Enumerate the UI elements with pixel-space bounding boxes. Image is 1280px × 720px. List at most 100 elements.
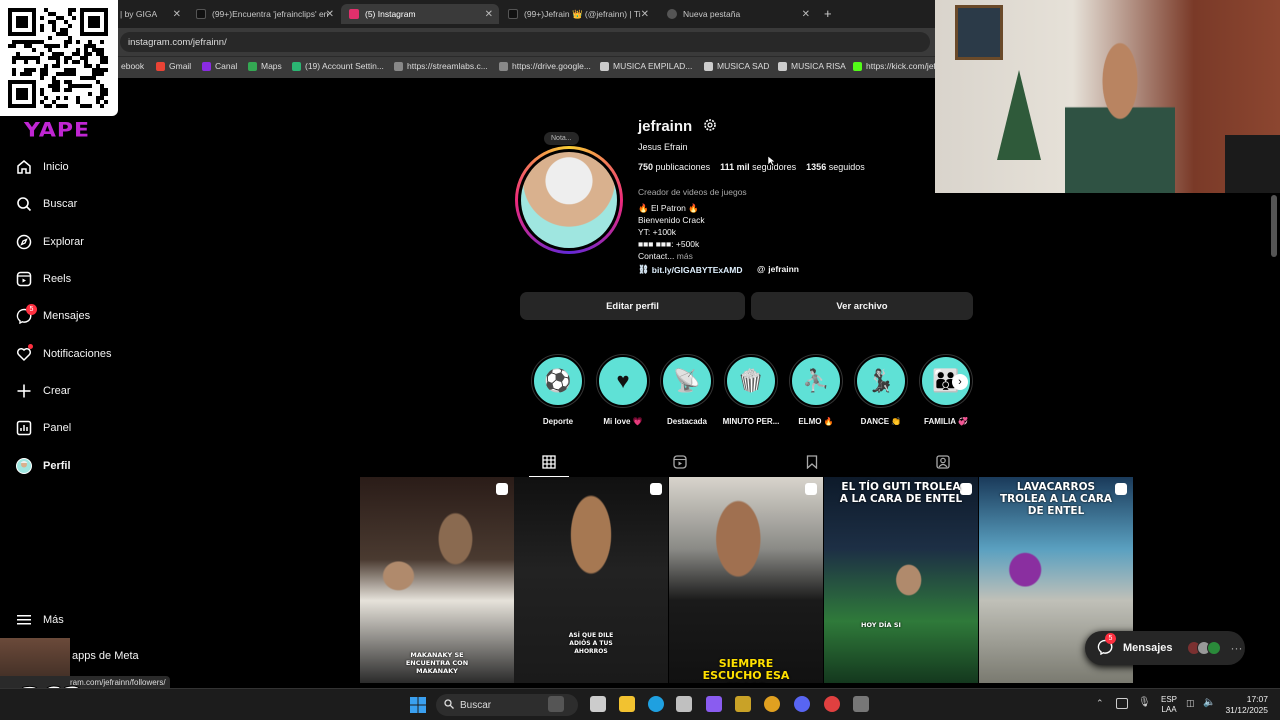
language-indicator[interactable]: ESP LAA [1161, 695, 1177, 715]
scrollbar-thumb[interactable] [1271, 195, 1277, 257]
profile-avatar[interactable] [515, 146, 623, 254]
post-thumbnail[interactable]: MAKANAKY SE ENCUENTRA CON MAKANAKY [360, 477, 514, 683]
windows-start-icon[interactable] [410, 697, 426, 716]
tab-label: (99+)Jefrain 👑 (@jefrainn) | Ti [524, 8, 641, 19]
post-thumbnail[interactable]: SIEMPRE ESCUCHO ESA FRASE [669, 477, 823, 683]
messages-pill-label: Mensajes [1123, 642, 1173, 654]
bio-more-link[interactable]: más [677, 251, 693, 261]
sidebar-item-explorar[interactable]: Explorar [16, 234, 84, 250]
sidebar-item-buscar[interactable]: Buscar [16, 196, 77, 212]
bookmark-item[interactable]: https://kick.com/jef [853, 61, 936, 71]
bookmark-item[interactable]: Gmail [156, 61, 191, 71]
followers-stat[interactable]: 111 mil seguidores [720, 162, 796, 172]
sidebar-item-inicio[interactable]: Inicio [16, 159, 69, 175]
edge-icon[interactable] [648, 696, 664, 712]
close-icon[interactable]: ✕ [641, 9, 649, 20]
bookmark-label: MUSICA EMPILAD... [613, 61, 693, 71]
bio-contact: Contact... [638, 251, 675, 261]
reels-icon [16, 271, 32, 287]
messenger-icon: 5 [1097, 632, 1116, 658]
story-highlight[interactable]: 💃 DANCE 👏 [854, 354, 908, 426]
sidebar-item-panel[interactable]: Panel [16, 420, 71, 436]
sidebar-item-perfil[interactable]: Perfil [16, 458, 71, 474]
story-highlight[interactable]: ♥ Mi love 💗 [596, 354, 650, 426]
post-thumbnail[interactable]: EL TÍO GUTI TROLEA A LA CARA DE ENTEL HOY… [824, 477, 978, 683]
threads-link[interactable]: @ jefrainn [757, 264, 799, 274]
copilot-app-icon[interactable] [548, 696, 564, 712]
recent-chat-avatars [1186, 641, 1221, 655]
capture-app-icon[interactable] [676, 696, 692, 712]
clock[interactable]: 17:07 31/12/2025 [1224, 694, 1268, 716]
more-label: Más [43, 614, 64, 626]
yape-logo: YAPE [24, 119, 91, 142]
profile-link[interactable]: ⛓ bit.ly/GIGABYTExAMD [638, 264, 742, 275]
profile-link-label: bit.ly/GIGABYTExAMD [651, 264, 743, 275]
sidebar-item-reels[interactable]: Reels [16, 271, 71, 287]
obs-icon[interactable] [853, 696, 869, 712]
hamburger-icon [16, 612, 32, 628]
profile-username: jefrainn [638, 118, 693, 135]
volume-icon[interactable]: 🔈 [1203, 697, 1215, 708]
profile-tab-reels[interactable] [673, 455, 687, 472]
close-icon[interactable]: ✕ [485, 9, 493, 20]
sidebar-item-crear[interactable]: Crear [16, 383, 71, 399]
following-stat[interactable]: 1356 seguidos [806, 162, 865, 172]
profile-tab-grid[interactable] [542, 455, 556, 472]
profile-full-name: Jesus Efrain [638, 142, 688, 152]
chrome-profile-icon[interactable] [824, 696, 840, 712]
story-highlight[interactable]: 📡 Destacada [660, 354, 714, 426]
more-dots-icon[interactable]: ··· [1231, 641, 1243, 655]
post-thumbnail[interactable]: ASÍ QUE DILE ADIÓS A TUS AHORROS [514, 477, 668, 683]
network-icon[interactable]: ◫ [1186, 698, 1195, 709]
bookmark-item[interactable]: (19) Account Settin... [292, 61, 384, 71]
browser-tab[interactable]: (99+)Jefrain 👑 (@jefrainn) | Ti ✕ [500, 4, 655, 24]
sidebar-item-label: Mensajes [43, 310, 91, 322]
meta-apps-link[interactable]: apps de Meta [72, 650, 139, 662]
sidebar-item-label: Notificaciones [43, 348, 112, 360]
discord-icon[interactable] [794, 696, 810, 712]
story-highlight[interactable]: 🍿 MINUTO PER... [723, 354, 779, 426]
bookmark-label: (19) Account Settin... [305, 61, 384, 71]
bookmark-label: Maps [261, 61, 282, 71]
cloud-app-icon[interactable] [706, 696, 722, 712]
messages-pill[interactable]: 5 Mensajes ··· [1085, 631, 1245, 665]
edit-profile-button[interactable]: Editar perfil [520, 292, 745, 320]
profile-note[interactable]: Nota... [544, 132, 579, 145]
highlights-next-button[interactable]: › [952, 374, 968, 390]
posts-label: publicaciones [655, 162, 711, 172]
browser-tab[interactable]: Nueva pestaña ✕ [659, 4, 816, 24]
story-highlight[interactable]: 👪 FAMILIA 💞 [919, 354, 973, 426]
bookmark-item[interactable]: MUSICA EMPILAD... [600, 61, 692, 71]
settings-gear-icon[interactable] [703, 118, 717, 135]
story-highlight[interactable]: ⛹ ELMO 🔥 [789, 354, 843, 426]
tray-chevron-icon[interactable]: ⌃ [1096, 698, 1104, 709]
bookmark-item[interactable]: Maps [248, 61, 282, 71]
close-icon[interactable]: ✕ [173, 9, 181, 20]
url-input[interactable]: instagram.com/jefrainn/ [120, 32, 930, 52]
bookmark-label: https://kick.com/jef [866, 61, 936, 71]
chrome-icon[interactable] [764, 696, 780, 712]
profile-tab-saved[interactable] [805, 455, 819, 472]
bookmark-item[interactable]: https://drive.google... [499, 61, 591, 71]
more-menu-button[interactable]: Más [16, 612, 64, 628]
tray-app-icon[interactable] [1116, 698, 1128, 709]
browser-tab[interactable]: | by GIGA ✕ [112, 4, 187, 24]
sidebar-item-mensajes[interactable]: 5 Mensajes [16, 304, 91, 324]
profile-tab-tagged[interactable] [936, 455, 950, 472]
view-archive-button[interactable]: Ver archivo [751, 292, 973, 320]
close-icon[interactable]: ✕ [326, 9, 334, 20]
new-tab-button[interactable]: + [824, 6, 832, 21]
league-app-icon[interactable] [735, 696, 751, 712]
task-view-icon[interactable] [590, 696, 606, 712]
sidebar-item-notificaciones[interactable]: Notificaciones [16, 344, 112, 362]
bookmark-item[interactable]: https://streamlabs.c... [394, 61, 488, 71]
browser-tab-active[interactable]: (5) Instagram ✕ [341, 4, 499, 24]
close-icon[interactable]: ✕ [802, 9, 810, 20]
microphone-icon[interactable]: 🎙 [1138, 697, 1151, 708]
file-explorer-icon[interactable] [619, 696, 635, 712]
bookmark-item[interactable]: Canal [202, 61, 237, 71]
story-highlight[interactable]: ⚽ Deporte [531, 354, 585, 426]
browser-tab[interactable]: (99+)Encuentra 'jefrainclips' en ✕ [188, 4, 340, 24]
bookmark-item[interactable]: MUSICA SAD [704, 61, 769, 71]
bookmark-item[interactable]: MUSICA RISA [778, 61, 846, 71]
